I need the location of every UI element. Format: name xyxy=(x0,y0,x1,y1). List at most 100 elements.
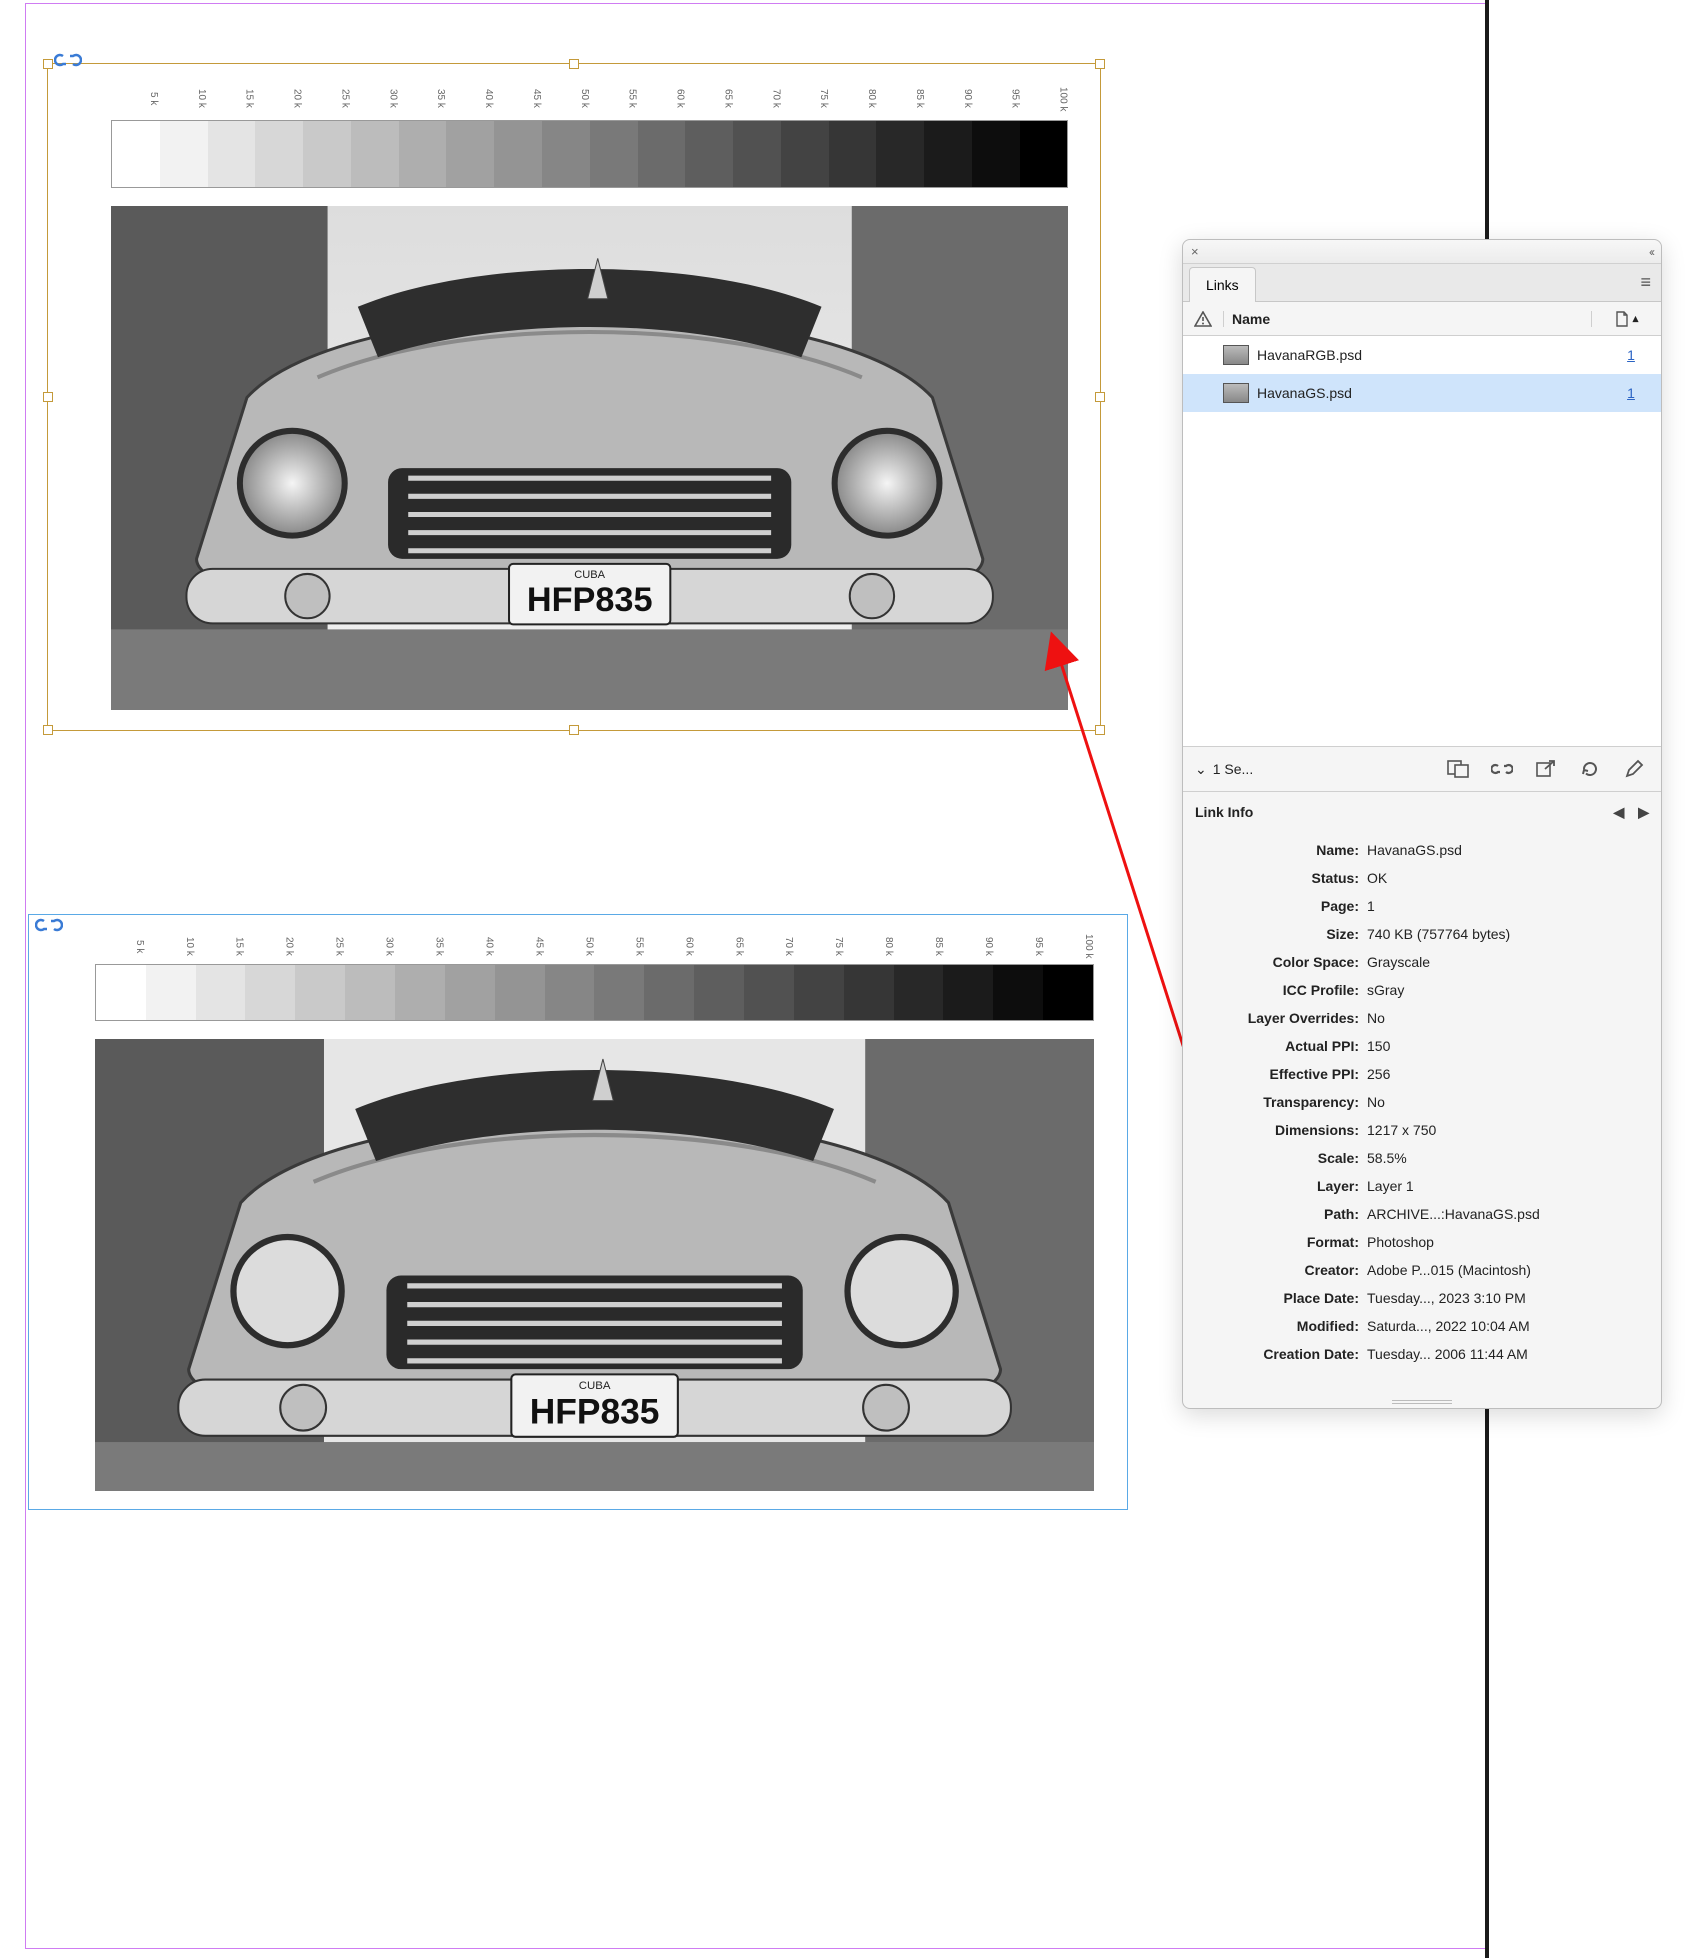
info-value: Layer 1 xyxy=(1367,1178,1647,1194)
relink-cc-button[interactable] xyxy=(1443,754,1473,784)
info-row: Creator:Adobe P...015 (Macintosh) xyxy=(1197,1256,1647,1284)
info-row: Creation Date:Tuesday... 2006 11:44 AM xyxy=(1197,1340,1647,1368)
panel-menu-icon[interactable]: ≡ xyxy=(1640,272,1651,293)
page-icon xyxy=(1615,311,1629,327)
info-row: Actual PPI:150 xyxy=(1197,1032,1647,1060)
selection-handle[interactable] xyxy=(43,725,53,735)
warning-icon[interactable] xyxy=(1183,311,1223,327)
link-page[interactable]: 1 xyxy=(1601,347,1661,363)
link-info-title: Link Info xyxy=(1195,804,1613,820)
info-row: Path:ARCHIVE...:HavanaGS.psd xyxy=(1197,1200,1647,1228)
column-page[interactable]: ▴ xyxy=(1591,311,1661,327)
gradient-label: 100 k xyxy=(1044,928,1094,963)
info-key: Transparency: xyxy=(1197,1094,1367,1110)
selection-handle[interactable] xyxy=(43,392,53,402)
link-page[interactable]: 1 xyxy=(1601,385,1661,401)
gradient-label: 45 k xyxy=(495,928,545,963)
gradient-label: 15 k xyxy=(195,928,245,963)
gradient-label: 100 k xyxy=(1021,77,1069,119)
info-value: 1 xyxy=(1367,898,1647,914)
gradient-label: 50 k xyxy=(544,928,594,963)
info-key: Layer Overrides: xyxy=(1197,1010,1367,1026)
info-row: Layer Overrides:No xyxy=(1197,1004,1647,1032)
image-frame[interactable]: 5 k10 k15 k20 k25 k30 k35 k40 k45 k50 k5… xyxy=(28,914,1128,1510)
info-value: 740 KB (757764 bytes) xyxy=(1367,926,1647,942)
column-name[interactable]: Name xyxy=(1223,311,1591,327)
gradient-label: 35 k xyxy=(395,928,445,963)
go-to-link-button[interactable] xyxy=(1531,754,1561,784)
gradient-label: 95 k xyxy=(973,77,1021,119)
gradient-label: 65 k xyxy=(686,77,734,119)
svg-text:HFP835: HFP835 xyxy=(527,581,653,619)
links-row[interactable]: HavanaGS.psd 1 xyxy=(1183,374,1661,412)
gradient-strip: 5 k10 k15 k20 k25 k30 k35 k40 k45 k50 k5… xyxy=(111,78,1068,188)
info-value: 58.5% xyxy=(1367,1150,1647,1166)
collapse-icon[interactable]: ‹‹ xyxy=(1649,245,1653,259)
update-link-button[interactable] xyxy=(1575,754,1605,784)
links-list[interactable]: HavanaRGB.psd 1 HavanaGS.psd 1 xyxy=(1183,336,1661,746)
next-link-button[interactable]: ▶ xyxy=(1638,804,1649,821)
info-row: Place Date:Tuesday..., 2023 3:10 PM xyxy=(1197,1284,1647,1312)
info-row: Format:Photoshop xyxy=(1197,1228,1647,1256)
close-icon[interactable]: × xyxy=(1191,244,1199,259)
link-thumbnail xyxy=(1223,345,1249,365)
info-value: Photoshop xyxy=(1367,1234,1647,1250)
selection-handle[interactable] xyxy=(1095,392,1105,402)
info-row: ICC Profile:sGray xyxy=(1197,976,1647,1004)
link-info-list: Name:HavanaGS.psdStatus:OKPage:1 Size:740… xyxy=(1183,832,1661,1396)
info-key: Size: xyxy=(1197,926,1367,942)
info-key: Effective PPI: xyxy=(1197,1066,1367,1082)
link-name: HavanaGS.psd xyxy=(1257,385,1601,401)
selection-handle[interactable] xyxy=(569,725,579,735)
info-key: Scale: xyxy=(1197,1150,1367,1166)
info-value: Grayscale xyxy=(1367,954,1647,970)
gradient-label: 5 k xyxy=(111,77,159,119)
link-thumbnail xyxy=(1223,383,1249,403)
selection-handle[interactable] xyxy=(1095,59,1105,69)
info-key: Creation Date: xyxy=(1197,1346,1367,1362)
gradient-label: 30 k xyxy=(350,77,398,119)
selection-handle[interactable] xyxy=(1095,725,1105,735)
svg-text:HFP835: HFP835 xyxy=(530,1392,660,1431)
gradient-label: 25 k xyxy=(303,77,351,119)
gradient-label: 15 k xyxy=(207,77,255,119)
selection-handle[interactable] xyxy=(43,59,53,69)
gradient-label: 80 k xyxy=(829,77,877,119)
list-header[interactable]: Name ▴ xyxy=(1183,302,1661,336)
selection-handle[interactable] xyxy=(569,59,579,69)
gradient-label: 65 k xyxy=(694,928,744,963)
info-row: Name:HavanaGS.psd xyxy=(1197,836,1647,864)
gradient-label: 50 k xyxy=(542,77,590,119)
links-panel[interactable]: × ‹‹ Links ≡ Name ▴ HavanaRGB.psd 1 Hava… xyxy=(1182,239,1662,1409)
gradient-label: 20 k xyxy=(245,928,295,963)
gradient-label: 20 k xyxy=(255,77,303,119)
info-row: Status:OK xyxy=(1197,864,1647,892)
info-key: Dimensions: xyxy=(1197,1122,1367,1138)
gradient-label: 40 k xyxy=(445,928,495,963)
info-value: sGray xyxy=(1367,982,1647,998)
info-key: Status: xyxy=(1197,870,1367,886)
info-value: Saturda..., 2022 10:04 AM xyxy=(1367,1318,1647,1334)
gradient-label: 70 k xyxy=(733,77,781,119)
tab-links[interactable]: Links xyxy=(1189,267,1256,302)
links-row[interactable]: HavanaRGB.psd 1 xyxy=(1183,336,1661,374)
gradient-label: 45 k xyxy=(494,77,542,119)
selection-count[interactable]: ⌄ 1 Se... xyxy=(1195,761,1253,778)
gradient-label: 35 k xyxy=(398,77,446,119)
link-info-header[interactable]: Link Info ◀ ▶ xyxy=(1183,792,1661,832)
gradient-label: 55 k xyxy=(590,77,638,119)
info-row: Page:1 xyxy=(1197,892,1647,920)
prev-link-button[interactable]: ◀ xyxy=(1613,804,1624,821)
svg-text:CUBA: CUBA xyxy=(579,1380,611,1392)
gradient-label: 60 k xyxy=(644,928,694,963)
relink-button[interactable] xyxy=(1487,754,1517,784)
info-row: Effective PPI:256 xyxy=(1197,1060,1647,1088)
edit-original-button[interactable] xyxy=(1619,754,1649,784)
panel-titlebar[interactable]: × ‹‹ xyxy=(1183,240,1661,264)
sort-arrow-icon: ▴ xyxy=(1633,312,1639,325)
info-row: Layer:Layer 1 xyxy=(1197,1172,1647,1200)
info-key: ICC Profile: xyxy=(1197,982,1367,998)
gradient-label: 60 k xyxy=(638,77,686,119)
resize-grip[interactable] xyxy=(1183,1396,1661,1408)
image-frame-selected[interactable]: 5 k10 k15 k20 k25 k30 k35 k40 k45 k50 k5… xyxy=(47,63,1101,731)
